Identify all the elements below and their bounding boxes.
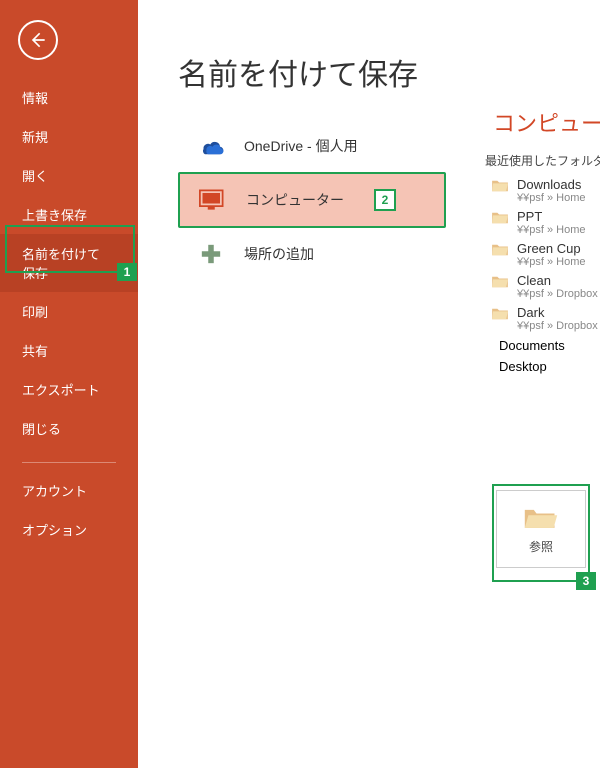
folder-name: PPT: [517, 209, 585, 224]
nav-close[interactable]: 閉じる: [0, 409, 138, 448]
recent-folder-item[interactable]: Desktop: [491, 359, 600, 374]
place-computer[interactable]: コンピューター 2: [178, 172, 446, 228]
folder-path: ¥¥psf » Dropbox: [517, 320, 598, 332]
plus-icon: [196, 242, 226, 266]
folder-path: ¥¥psf » Home: [517, 224, 585, 236]
browse-wrap: 参照 3: [496, 490, 586, 568]
folder-path: ¥¥psf » Home: [517, 192, 585, 204]
nav-save-as[interactable]: 名前を付けて 保存: [0, 234, 138, 292]
recent-folder-item[interactable]: Documents: [491, 338, 600, 353]
recent-folder-item[interactable]: Dark¥¥psf » Dropbox: [491, 305, 600, 332]
place-onedrive-label: OneDrive - 個人用: [244, 136, 358, 156]
nav-info[interactable]: 情報: [0, 78, 138, 117]
folder-name: Desktop: [499, 359, 547, 374]
back-arrow-icon: [28, 30, 48, 50]
folder-icon: [491, 273, 509, 292]
folder-name: Green Cup: [517, 241, 585, 256]
folder-icon: [491, 177, 509, 196]
nav-save-as-line1: 名前を付けて: [22, 247, 100, 262]
computer-icon: [198, 188, 228, 212]
nav-open[interactable]: 開く: [0, 156, 138, 195]
folder-name: Dark: [517, 305, 598, 320]
folder-open-icon: [523, 504, 559, 532]
folder-name: Documents: [499, 338, 565, 353]
recent-folder-item[interactable]: Clean¥¥psf » Dropbox: [491, 273, 600, 300]
right-column-title: コンピューター: [485, 106, 600, 138]
place-add-label: 場所の追加: [244, 244, 314, 264]
nav-account[interactable]: アカウント: [0, 471, 138, 510]
page-heading: 名前を付けて保存: [178, 50, 600, 94]
recent-folders-label: 最近使用したフォルダー: [485, 152, 600, 169]
nav-export[interactable]: エクスポート: [0, 370, 138, 409]
nav-new[interactable]: 新規: [0, 117, 138, 156]
browse-button[interactable]: 参照: [496, 490, 586, 568]
browse-label: 参照: [529, 538, 553, 555]
folder-name: Downloads: [517, 177, 585, 192]
recent-folder-item[interactable]: Green Cup¥¥psf » Home: [491, 241, 600, 268]
folder-icon: [491, 305, 509, 324]
recent-folder-item[interactable]: PPT¥¥psf » Home: [491, 209, 600, 236]
folder-icon: [491, 241, 509, 260]
folder-icon: [491, 209, 509, 228]
backstage-sidebar: 情報 新規 開く 上書き保存 名前を付けて 保存 印刷 共有 エクスポート 閉じ…: [0, 0, 138, 768]
right-column: コンピューター 最近使用したフォルダー Downloads¥¥psf » Hom…: [485, 106, 600, 376]
folder-name: Clean: [517, 273, 598, 288]
nav-print[interactable]: 印刷: [0, 292, 138, 331]
onedrive-icon: [196, 134, 226, 158]
recent-folder-item[interactable]: Downloads¥¥psf » Home: [491, 177, 600, 204]
main-panel: 名前を付けて保存 OneDrive - 個人用 コンピューター 2 場所の追加 …: [138, 0, 600, 768]
folder-path: ¥¥psf » Home: [517, 256, 585, 268]
nav-save[interactable]: 上書き保存: [0, 195, 138, 234]
nav-options[interactable]: オプション: [0, 510, 138, 549]
place-onedrive[interactable]: OneDrive - 個人用: [178, 120, 446, 172]
place-computer-label: コンピューター: [246, 190, 344, 210]
callout-3-number: 3: [576, 572, 596, 590]
back-button[interactable]: [18, 20, 58, 60]
folder-path: ¥¥psf » Dropbox: [517, 288, 598, 300]
nav-share[interactable]: 共有: [0, 331, 138, 370]
nav-separator: [22, 462, 116, 463]
place-add[interactable]: 場所の追加: [178, 228, 446, 280]
nav-save-as-line2: 保存: [22, 266, 48, 281]
callout-2-number: 2: [374, 189, 396, 211]
